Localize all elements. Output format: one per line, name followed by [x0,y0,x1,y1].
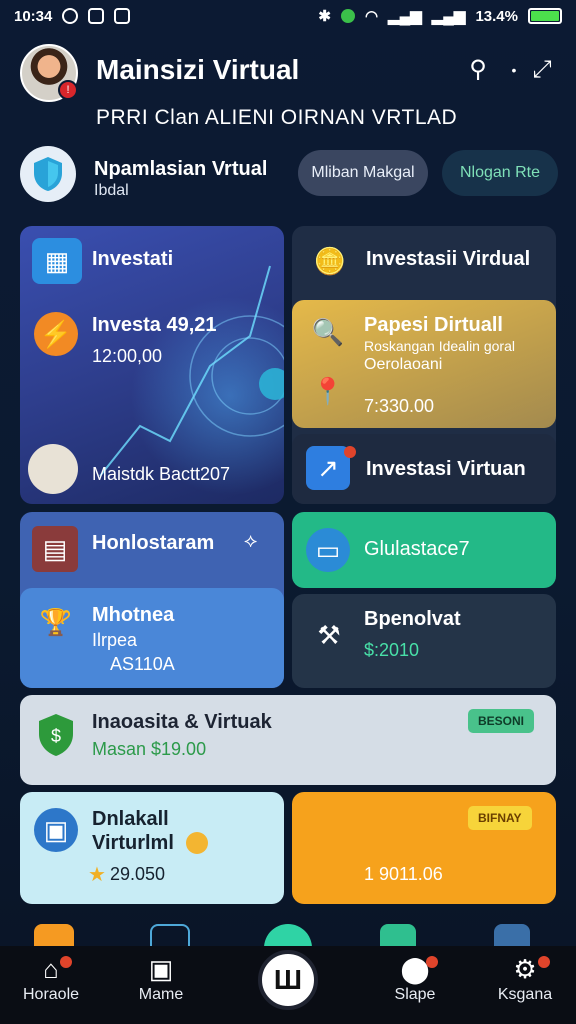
link-icon[interactable]: ⤢ [528,56,556,84]
shield-icon [34,157,62,191]
orange-card[interactable]: BIFNAY 1 9011.06 [292,792,556,904]
peek-card-blue [150,924,190,948]
light-card[interactable]: ▣ Dnlakall Virturlml ★ 29.050 [20,792,284,904]
pin-icon[interactable]: ⟡ [244,530,257,553]
nav-item-location[interactable]: ⬤ Slape [370,952,460,1004]
orange-card-badge: BIFNAY [468,806,532,830]
magnifier-icon: 🔍 [311,316,345,347]
star-icon: ★ [88,864,106,886]
cash-icon: ▭ [306,528,350,572]
light-card-title: Dnlakall [92,808,169,830]
nav-item-media[interactable]: ▣ Mame [116,952,206,1004]
light-card-title2: Virturlml [92,832,174,854]
status-bar: 10:34 ✱ ◠ ▂▄▆ ▂▄▆ 13.4% [0,0,576,32]
profile-name: Npamlasian Vrtual [94,158,268,180]
hero-investment-title: Investa 49,21 [92,314,217,336]
invest-virtual-sub-card[interactable]: ↗ Investasi Virtuan [292,434,556,504]
blue-inner-value: AS110A [110,654,175,674]
book-icon: ▤ [32,526,78,572]
gold-card-line1: Roskangan Idealin goral [364,338,515,354]
peek-card-gear [494,924,530,948]
wifi-icon: ◠ [364,8,379,25]
location-icon: ⬤ [370,952,460,986]
wide-card-value: Masan $19.00 [92,739,207,759]
invest-virtual-title: Investasii Virdual [366,248,531,270]
filter-pill-primary[interactable]: Mliban Makgal [298,150,428,196]
blue-inner-title: Mhotnea [92,604,175,626]
profile-subtitle: Ibdal [94,182,129,199]
dark-card-value: $:2010 [364,640,420,660]
svg-text:$: $ [51,726,61,746]
nav-label-media: Mame [138,986,184,1003]
trophy-icon: 🏆 [39,606,73,637]
invest-virtual-sub-title: Investasi Virtuan [366,458,526,480]
signal-icon: ▂▄▆ [388,8,422,25]
battery-icon [528,8,562,24]
blue-inner-line1: Ilrpea [92,630,138,650]
wide-card-title: Inaoasita & Virtuak [92,711,272,733]
dark-card-title: Bpenolvat [364,608,461,630]
light-card-value: 29.050 [110,864,166,884]
filter-pill-secondary[interactable]: Nlogan Rte [442,150,558,196]
app-notification-icon [88,8,105,24]
image-icon: ▣ [148,954,174,984]
center-action-icon: Ш [273,964,303,995]
avatar-badge-icon: ! [58,80,78,100]
hero-user-line: Maistdk Bactt207 [92,464,231,484]
green-card[interactable]: ▭ Glulastace7 [292,512,556,588]
peek-card-green [264,924,312,948]
notification-dot-icon [344,446,356,458]
gold-card-value: 7:330.00 [364,396,435,416]
battery-percent: 13.4% [475,7,518,25]
account-icon: ⚙ [480,952,570,986]
bolt-icon: ⚡ [34,312,78,356]
status-right: ✱ ◠ ▂▄▆ ▂▄▆ 13.4% [318,7,562,25]
nav-label-home: Horaole [22,986,80,1003]
coins-icon: 🪙 [313,245,347,276]
nav-label-account: Ksgana [497,986,553,1003]
gold-card-line2: Oerolaoani [364,356,443,373]
gold-card[interactable]: 🔍 Papesi Dirtuall Roskangan Idealin gora… [292,300,556,428]
sync-icon [340,9,355,23]
nav-label-location: Slape [394,986,436,1003]
orange-card-value: 1 9011.06 [364,864,443,884]
hero-title: Investati [92,248,174,270]
status-left: 10:34 [14,7,131,25]
page-subtitle: PRRI Clan ALIENI OIRNAN VRTLAD [96,106,458,129]
notification-icon [62,8,79,24]
app-title: Mainsizi Virtual [96,54,300,85]
bluetooth-icon: ✱ [318,8,331,25]
invest-hero-card[interactable]: ▦ Investati ⚡ Investa 49,21 12:00,00 Mai… [20,226,284,504]
shield-badge[interactable] [20,146,76,202]
share-icon[interactable]: ⚲ [464,56,492,84]
dark-card[interactable]: ⚒ Bpenolvat $:2010 [292,594,556,688]
hero-investment-value: 12:00,00 [92,346,163,366]
gold-card-title: Papesi Dirtuall [364,314,503,336]
tools-icon: ⚒ [317,619,341,650]
globe-pin-icon: 📍 [311,375,345,406]
home-icon: ⌂ [6,952,96,986]
peek-card-orange [34,924,74,948]
green-card-title: Glulastace7 [364,538,470,560]
blue-inner-card[interactable]: 🏆 Mhotnea Ilrpea AS110A [20,588,284,688]
wide-card[interactable]: $ Inaoasita & Virtuak Masan $19.00 BESON… [20,695,556,785]
nav-item-account[interactable]: ⚙ Ksgana [480,952,570,1004]
center-action-button[interactable]: Ш [258,950,318,1010]
coin-icon [186,832,208,854]
mail-notification-icon [114,8,131,24]
blue-card-title: Honlostaram [92,532,215,554]
signal2-icon: ▂▄▆ [431,8,466,25]
user-avatar [28,444,78,494]
peek-card-teal [380,924,416,948]
dot-separator-icon: • [511,62,517,78]
shield-dollar-icon: $ [34,711,78,759]
qr-icon: ▣ [34,808,78,852]
chest-icon: ▦ [32,238,82,284]
wide-card-badge: BESONI [468,709,535,733]
status-time: 10:34 [14,7,53,25]
nav-item-home[interactable]: ⌂ Horaole [6,952,96,1004]
